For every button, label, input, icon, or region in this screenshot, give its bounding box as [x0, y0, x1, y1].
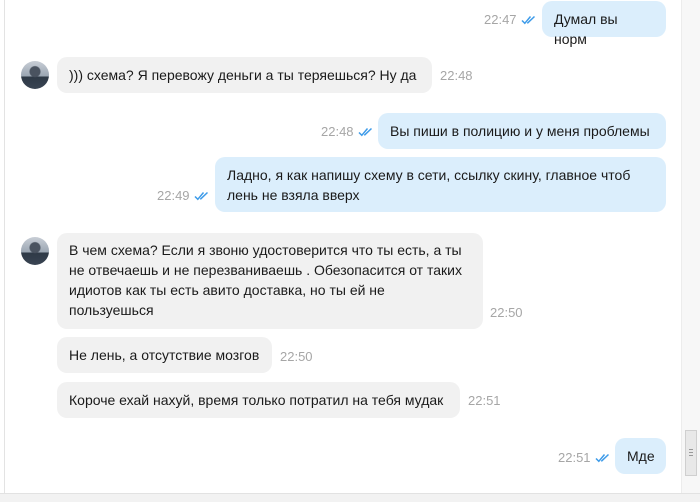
message-time: 22:48	[440, 68, 473, 83]
scrollbar-thumb[interactable]	[685, 430, 697, 476]
message-bubble[interactable]: Думал вы норм	[542, 1, 666, 47]
message-time: 22:51	[468, 393, 501, 408]
message-time: 22:50	[490, 305, 523, 320]
double-check-icon	[358, 127, 373, 137]
message-time: 22:48	[321, 124, 354, 139]
chat-history[interactable]: 22:47 Думал вы норм ))) схема? Я перевож…	[4, 0, 677, 494]
message-time: 22:47	[484, 12, 517, 27]
vertical-scrollbar[interactable]	[681, 0, 700, 494]
message-bubble[interactable]: Вы пиши в полицию и у меня проблемы	[378, 113, 666, 149]
double-check-icon	[521, 15, 536, 25]
message-bubble[interactable]: В чем схема? Если я звоню удостоверится …	[57, 233, 483, 329]
message-time: 22:51	[558, 450, 591, 465]
message-bubble[interactable]: Короче ехай нахуй, время только потратил…	[57, 382, 460, 418]
user-avatar[interactable]	[21, 237, 49, 265]
message-bubble[interactable]: Не лень, а отсутствие мозгов	[57, 337, 272, 373]
message-time: 22:50	[280, 349, 313, 364]
double-check-icon	[595, 453, 610, 463]
message-bubble[interactable]: Ладно, я как напишу схему в сети, ссылку…	[215, 157, 666, 212]
message-time: 22:49	[157, 188, 190, 203]
double-check-icon	[194, 191, 209, 201]
message-bubble[interactable]: Мде	[615, 438, 666, 474]
horizontal-scrollbar[interactable]	[0, 493, 700, 502]
message-bubble[interactable]: ))) схема? Я перевожу деньги а ты теряеш…	[57, 57, 432, 93]
user-avatar[interactable]	[21, 61, 49, 89]
